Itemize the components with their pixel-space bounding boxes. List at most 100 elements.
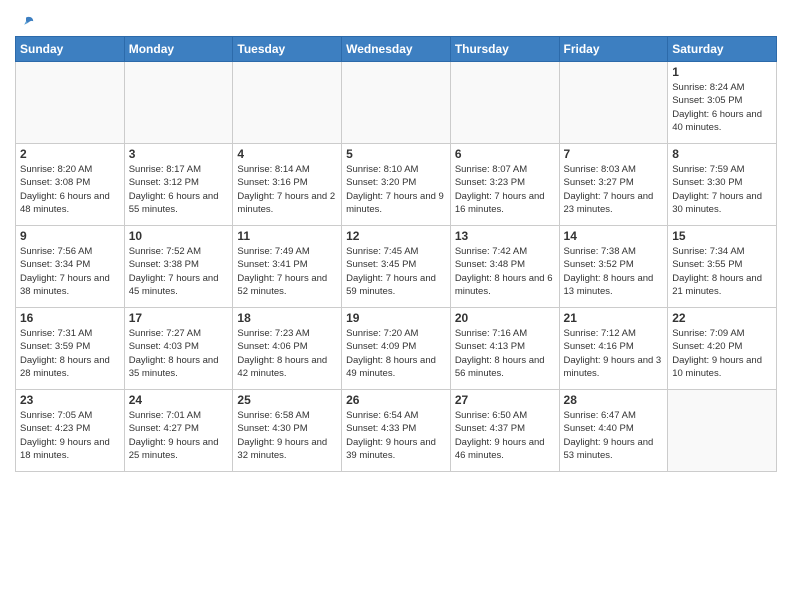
calendar-cell (233, 62, 342, 144)
day-number: 24 (129, 393, 229, 407)
day-info: Sunrise: 8:24 AM Sunset: 3:05 PM Dayligh… (672, 81, 772, 134)
calendar-cell: 22 Sunrise: 7:09 AM Sunset: 4:20 PM Dayli… (668, 308, 777, 390)
day-info: Sunrise: 7:56 AM Sunset: 3:34 PM Dayligh… (20, 245, 120, 298)
header (15, 10, 777, 32)
calendar-cell: 24 Sunrise: 7:01 AM Sunset: 4:27 PM Dayli… (124, 390, 233, 472)
day-info: Sunrise: 8:20 AM Sunset: 3:08 PM Dayligh… (20, 163, 120, 216)
day-info: Sunrise: 8:07 AM Sunset: 3:23 PM Dayligh… (455, 163, 555, 216)
page: SundayMondayTuesdayWednesdayThursdayFrid… (0, 0, 792, 482)
day-number: 27 (455, 393, 555, 407)
day-info: Sunrise: 7:12 AM Sunset: 4:16 PM Dayligh… (564, 327, 664, 380)
day-number: 25 (237, 393, 337, 407)
calendar-cell: 15 Sunrise: 7:34 AM Sunset: 3:55 PM Dayli… (668, 226, 777, 308)
weekday-header-friday: Friday (559, 37, 668, 62)
calendar-cell (124, 62, 233, 144)
day-info: Sunrise: 7:38 AM Sunset: 3:52 PM Dayligh… (564, 245, 664, 298)
day-number: 15 (672, 229, 772, 243)
calendar-table: SundayMondayTuesdayWednesdayThursdayFrid… (15, 36, 777, 472)
day-number: 10 (129, 229, 229, 243)
day-info: Sunrise: 8:03 AM Sunset: 3:27 PM Dayligh… (564, 163, 664, 216)
day-number: 6 (455, 147, 555, 161)
day-info: Sunrise: 7:45 AM Sunset: 3:45 PM Dayligh… (346, 245, 446, 298)
calendar-cell: 1 Sunrise: 8:24 AM Sunset: 3:05 PM Daylig… (668, 62, 777, 144)
day-number: 14 (564, 229, 664, 243)
day-number: 19 (346, 311, 446, 325)
day-number: 2 (20, 147, 120, 161)
day-info: Sunrise: 7:59 AM Sunset: 3:30 PM Dayligh… (672, 163, 772, 216)
calendar-cell: 2 Sunrise: 8:20 AM Sunset: 3:08 PM Daylig… (16, 144, 125, 226)
calendar-cell: 4 Sunrise: 8:14 AM Sunset: 3:16 PM Daylig… (233, 144, 342, 226)
week-row-2: 9 Sunrise: 7:56 AM Sunset: 3:34 PM Daylig… (16, 226, 777, 308)
day-info: Sunrise: 7:34 AM Sunset: 3:55 PM Dayligh… (672, 245, 772, 298)
calendar-cell: 12 Sunrise: 7:45 AM Sunset: 3:45 PM Dayli… (342, 226, 451, 308)
calendar-cell (16, 62, 125, 144)
calendar-cell (450, 62, 559, 144)
day-number: 11 (237, 229, 337, 243)
calendar-cell: 5 Sunrise: 8:10 AM Sunset: 3:20 PM Daylig… (342, 144, 451, 226)
day-number: 28 (564, 393, 664, 407)
logo (15, 14, 35, 32)
day-number: 9 (20, 229, 120, 243)
day-info: Sunrise: 8:14 AM Sunset: 3:16 PM Dayligh… (237, 163, 337, 216)
calendar-cell: 6 Sunrise: 8:07 AM Sunset: 3:23 PM Daylig… (450, 144, 559, 226)
day-number: 22 (672, 311, 772, 325)
day-number: 26 (346, 393, 446, 407)
day-number: 17 (129, 311, 229, 325)
calendar-cell: 14 Sunrise: 7:38 AM Sunset: 3:52 PM Dayli… (559, 226, 668, 308)
weekday-header-thursday: Thursday (450, 37, 559, 62)
calendar-header-row: SundayMondayTuesdayWednesdayThursdayFrid… (16, 37, 777, 62)
day-info: Sunrise: 6:47 AM Sunset: 4:40 PM Dayligh… (564, 409, 664, 462)
week-row-4: 23Sunrise: 7:05 AM Sunset: 4:23 PM Dayli… (16, 390, 777, 472)
day-info: Sunrise: 7:20 AM Sunset: 4:09 PM Dayligh… (346, 327, 446, 380)
calendar-cell: 26 Sunrise: 6:54 AM Sunset: 4:33 PM Dayli… (342, 390, 451, 472)
day-info: Sunrise: 7:31 AM Sunset: 3:59 PM Dayligh… (20, 327, 120, 380)
week-row-3: 16 Sunrise: 7:31 AM Sunset: 3:59 PM Dayli… (16, 308, 777, 390)
calendar-cell: 20Sunrise: 7:16 AM Sunset: 4:13 PM Dayli… (450, 308, 559, 390)
calendar-cell: 11Sunrise: 7:49 AM Sunset: 3:41 PM Dayli… (233, 226, 342, 308)
day-info: Sunrise: 7:01 AM Sunset: 4:27 PM Dayligh… (129, 409, 229, 462)
calendar-cell: 16 Sunrise: 7:31 AM Sunset: 3:59 PM Dayli… (16, 308, 125, 390)
calendar-cell: 27 Sunrise: 6:50 AM Sunset: 4:37 PM Dayli… (450, 390, 559, 472)
calendar-cell: 28 Sunrise: 6:47 AM Sunset: 4:40 PM Dayli… (559, 390, 668, 472)
calendar-cell (559, 62, 668, 144)
weekday-header-tuesday: Tuesday (233, 37, 342, 62)
day-number: 20 (455, 311, 555, 325)
calendar-cell (342, 62, 451, 144)
day-number: 16 (20, 311, 120, 325)
calendar-cell: 18 Sunrise: 7:23 AM Sunset: 4:06 PM Dayli… (233, 308, 342, 390)
calendar-cell: 17Sunrise: 7:27 AM Sunset: 4:03 PM Dayli… (124, 308, 233, 390)
calendar-cell: 13 Sunrise: 7:42 AM Sunset: 3:48 PM Dayli… (450, 226, 559, 308)
day-info: Sunrise: 6:50 AM Sunset: 4:37 PM Dayligh… (455, 409, 555, 462)
day-info: Sunrise: 6:58 AM Sunset: 4:30 PM Dayligh… (237, 409, 337, 462)
calendar-cell: 8 Sunrise: 7:59 AM Sunset: 3:30 PM Daylig… (668, 144, 777, 226)
calendar-cell: 9 Sunrise: 7:56 AM Sunset: 3:34 PM Daylig… (16, 226, 125, 308)
logo-bird-icon (17, 14, 35, 32)
day-info: Sunrise: 7:42 AM Sunset: 3:48 PM Dayligh… (455, 245, 555, 298)
calendar-cell: 7 Sunrise: 8:03 AM Sunset: 3:27 PM Daylig… (559, 144, 668, 226)
day-number: 7 (564, 147, 664, 161)
day-info: Sunrise: 7:05 AM Sunset: 4:23 PM Dayligh… (20, 409, 120, 462)
week-row-0: 1 Sunrise: 8:24 AM Sunset: 3:05 PM Daylig… (16, 62, 777, 144)
calendar-cell: 21 Sunrise: 7:12 AM Sunset: 4:16 PM Dayli… (559, 308, 668, 390)
calendar-cell (668, 390, 777, 472)
day-info: Sunrise: 7:52 AM Sunset: 3:38 PM Dayligh… (129, 245, 229, 298)
day-number: 5 (346, 147, 446, 161)
day-number: 13 (455, 229, 555, 243)
weekday-header-sunday: Sunday (16, 37, 125, 62)
day-info: Sunrise: 7:09 AM Sunset: 4:20 PM Dayligh… (672, 327, 772, 380)
day-number: 21 (564, 311, 664, 325)
day-number: 1 (672, 65, 772, 79)
day-info: Sunrise: 8:10 AM Sunset: 3:20 PM Dayligh… (346, 163, 446, 216)
calendar-cell: 19 Sunrise: 7:20 AM Sunset: 4:09 PM Dayli… (342, 308, 451, 390)
day-number: 12 (346, 229, 446, 243)
day-number: 3 (129, 147, 229, 161)
weekday-header-monday: Monday (124, 37, 233, 62)
day-info: Sunrise: 8:17 AM Sunset: 3:12 PM Dayligh… (129, 163, 229, 216)
day-number: 4 (237, 147, 337, 161)
day-info: Sunrise: 7:23 AM Sunset: 4:06 PM Dayligh… (237, 327, 337, 380)
week-row-1: 2 Sunrise: 8:20 AM Sunset: 3:08 PM Daylig… (16, 144, 777, 226)
calendar-cell: 23Sunrise: 7:05 AM Sunset: 4:23 PM Dayli… (16, 390, 125, 472)
day-number: 18 (237, 311, 337, 325)
day-number: 8 (672, 147, 772, 161)
day-info: Sunrise: 6:54 AM Sunset: 4:33 PM Dayligh… (346, 409, 446, 462)
